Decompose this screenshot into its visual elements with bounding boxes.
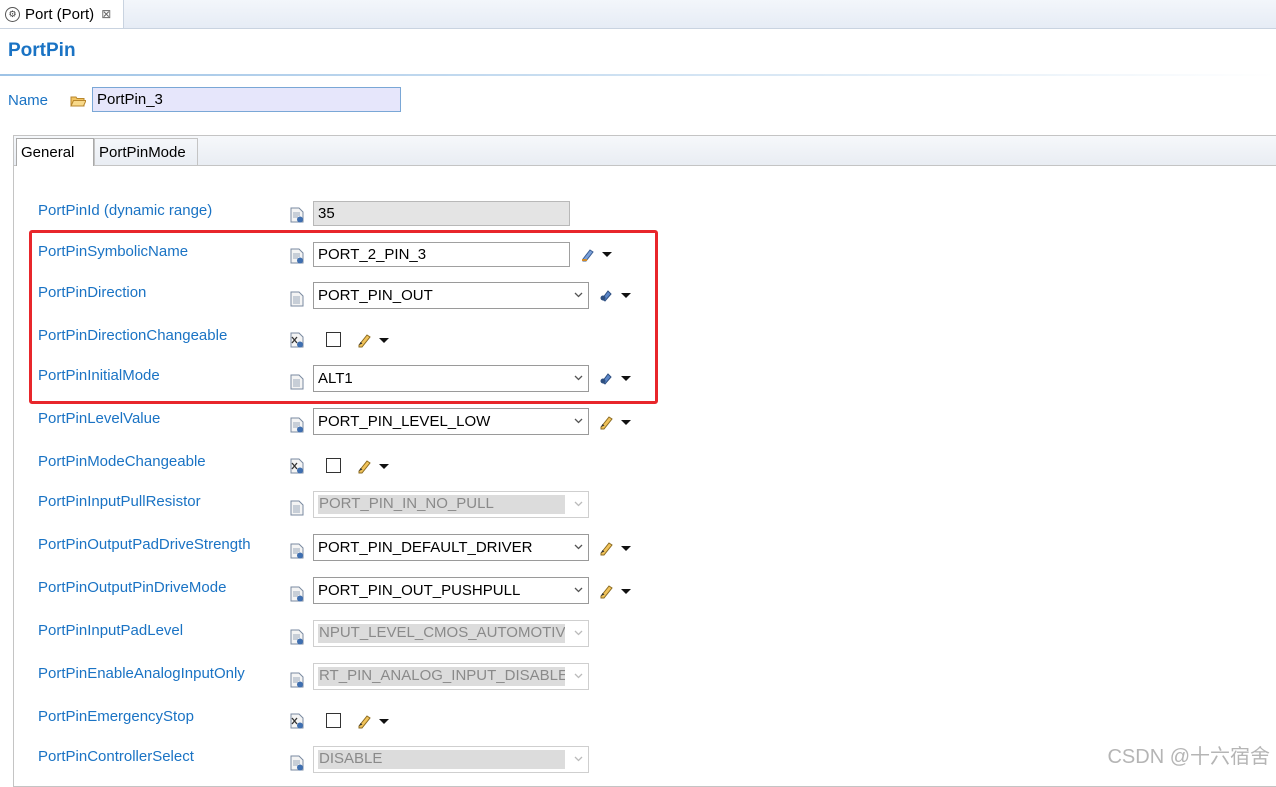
boolean-parameter-icon xyxy=(290,458,304,474)
parameter-icon xyxy=(290,586,304,602)
chevron-down-icon xyxy=(574,587,583,593)
paddrive-value: PORT_PIN_DEFAULT_DRIVER xyxy=(318,539,533,556)
levelvalue-select[interactable]: PORT_PIN_LEVEL_LOW xyxy=(313,408,589,435)
tab-portpinmode[interactable]: PortPinMode xyxy=(94,138,198,165)
chevron-down-icon xyxy=(574,544,583,550)
chevron-down-icon xyxy=(574,501,583,507)
levelvalue-value: PORT_PIN_LEVEL_LOW xyxy=(318,413,491,430)
parameter-icon xyxy=(290,755,304,771)
pencil-icon[interactable] xyxy=(598,540,614,556)
dropdown-arrow-icon[interactable] xyxy=(379,464,389,469)
form-title: PortPin xyxy=(8,40,76,61)
modechangeable-checkbox[interactable] xyxy=(326,458,341,473)
pencil-icon[interactable] xyxy=(356,458,372,474)
emergencystop-label: PortPinEmergencyStop xyxy=(38,708,194,725)
watermark: CSDN @十六宿舍 xyxy=(1107,746,1270,768)
analoginputonly-value: RT_PIN_ANALOG_INPUT_DISABLE xyxy=(318,667,565,686)
inputpadlevel-value: NPUT_LEVEL_CMOS_AUTOMOTIVE xyxy=(318,624,565,643)
portpinid-field[interactable]: 35 xyxy=(313,201,570,226)
pencil-icon[interactable] xyxy=(598,414,614,430)
chevron-down-icon xyxy=(574,673,583,679)
parameter-icon xyxy=(290,417,304,433)
name-input[interactable] xyxy=(92,87,401,112)
inputpull-label: PortPinInputPullResistor xyxy=(38,493,201,510)
close-icon[interactable]: ⊠ xyxy=(101,7,111,21)
modechangeable-label: PortPinModeChangeable xyxy=(38,453,206,470)
inputpull-select[interactable]: PORT_PIN_IN_NO_PULL xyxy=(313,491,589,518)
portpinid-label: PortPinId (dynamic range) xyxy=(38,202,213,219)
parameter-icon xyxy=(290,500,304,516)
inputpadlevel-label: PortPinInputPadLevel xyxy=(38,622,184,639)
analoginputonly-select[interactable]: RT_PIN_ANALOG_INPUT_DISABLE xyxy=(313,663,589,690)
highlight-annotation xyxy=(29,230,658,404)
tab-general[interactable]: General xyxy=(16,138,94,166)
dropdown-arrow-icon[interactable] xyxy=(379,719,389,724)
parameter-icon xyxy=(290,207,304,223)
parameter-icon xyxy=(290,672,304,688)
chevron-down-icon xyxy=(574,756,583,762)
controllerselect-label: PortPinControllerSelect xyxy=(38,748,194,765)
module-icon: ⚙ xyxy=(5,6,20,22)
controllerselect-value: DISABLE xyxy=(318,750,565,769)
controllerselect-select[interactable]: DISABLE xyxy=(313,746,589,773)
pencil-icon[interactable] xyxy=(356,713,372,729)
dropdown-arrow-icon[interactable] xyxy=(621,546,631,551)
chevron-down-icon xyxy=(574,630,583,636)
chevron-down-icon xyxy=(574,418,583,424)
parameter-icon xyxy=(290,543,304,559)
name-label: Name xyxy=(8,92,49,109)
inputpull-value: PORT_PIN_IN_NO_PULL xyxy=(318,495,565,514)
analoginputonly-label: PortPinEnableAnalogInputOnly xyxy=(38,665,245,682)
paddrive-select[interactable]: PORT_PIN_DEFAULT_DRIVER xyxy=(313,534,589,561)
folder-icon xyxy=(70,96,86,107)
editor-tab-bar: ⚙ Port (Port) ⊠ xyxy=(0,0,1276,29)
dropdown-arrow-icon[interactable] xyxy=(621,589,631,594)
parameter-icon xyxy=(290,629,304,645)
inputpadlevel-select[interactable]: NPUT_LEVEL_CMOS_AUTOMOTIVE xyxy=(313,620,589,647)
pencil-icon[interactable] xyxy=(598,583,614,599)
boolean-parameter-icon xyxy=(290,713,304,729)
editor-tab-title: Port (Port) xyxy=(25,5,95,23)
pindrivemode-label: PortPinOutputPinDriveMode xyxy=(38,579,227,596)
editor-tab-port[interactable]: ⚙ Port (Port) ⊠ xyxy=(0,0,124,28)
levelvalue-label: PortPinLevelValue xyxy=(38,410,161,427)
pindrivemode-value: PORT_PIN_OUT_PUSHPULL xyxy=(318,582,521,599)
pindrivemode-select[interactable]: PORT_PIN_OUT_PUSHPULL xyxy=(313,577,589,604)
title-separator xyxy=(0,74,1276,76)
paddrive-label: PortPinOutputPadDriveStrength xyxy=(38,536,251,553)
emergencystop-checkbox[interactable] xyxy=(326,713,341,728)
dropdown-arrow-icon[interactable] xyxy=(621,420,631,425)
panel-tab-bar: General PortPinMode xyxy=(14,136,1276,166)
